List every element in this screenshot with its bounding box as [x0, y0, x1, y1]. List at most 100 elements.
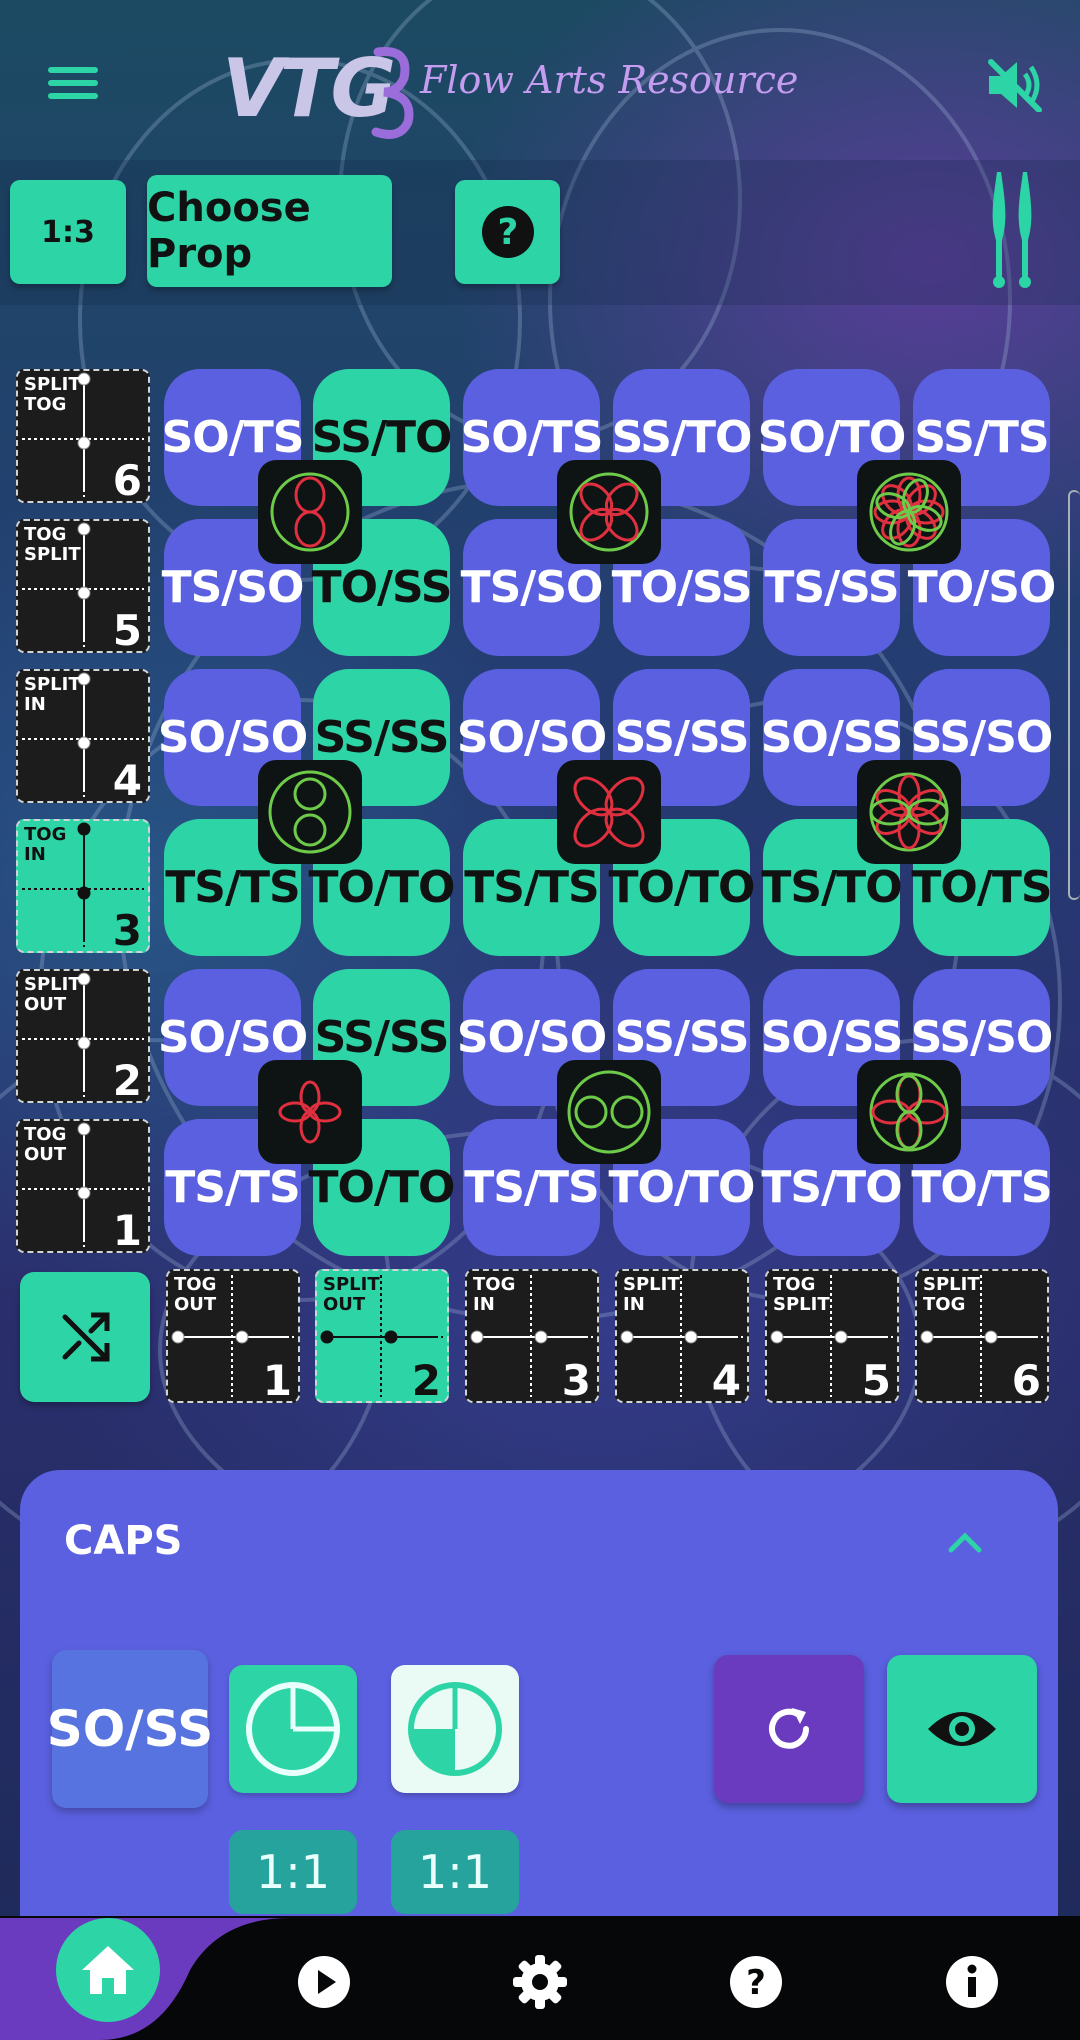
pie-timing-left[interactable]	[229, 1665, 357, 1793]
timing-label-line1: SPLIT	[24, 974, 81, 995]
settings-icon	[513, 1955, 567, 2009]
timing-number: 5	[861, 1356, 891, 1405]
timing-label-line2: TOG	[923, 1294, 966, 1315]
timing-label-line2: OUT	[174, 1294, 217, 1315]
timing-tile[interactable]: TOG OUT 1	[16, 1119, 150, 1255]
timing-label: SPLIT IN	[24, 675, 81, 715]
mute-button[interactable]	[985, 58, 1043, 113]
timing-tile[interactable]: SPLIT TOG 6	[915, 1269, 1049, 1405]
view-button[interactable]	[887, 1655, 1037, 1803]
eye-icon	[928, 1712, 996, 1746]
menu-icon-bar	[48, 80, 98, 86]
flower-pattern-tile[interactable]	[557, 460, 661, 564]
ratio-chip-right[interactable]: 1:1	[391, 1830, 519, 1914]
timing-number: 2	[112, 1056, 142, 1105]
timing-label-line2: IN	[24, 694, 46, 715]
scrollbar[interactable]	[1068, 490, 1080, 900]
timing-label-line2: SPLIT	[24, 544, 81, 565]
timing-label-line2: IN	[623, 1294, 645, 1315]
timing-tile[interactable]: TOG SPLIT 5	[16, 519, 150, 655]
shuffle-button[interactable]	[20, 1272, 150, 1402]
timing-number: 4	[711, 1356, 741, 1405]
nav-settings-button[interactable]	[512, 1954, 568, 2010]
flower-pattern-tile[interactable]	[857, 1060, 961, 1164]
svg-text:?: ?	[746, 1963, 766, 2003]
timing-label: TOG OUT	[24, 1125, 66, 1165]
timing-label-line1: SPLIT	[24, 674, 81, 695]
ratio-chip-left[interactable]: 1:1	[229, 1830, 357, 1914]
caps-title: CAPS	[64, 1518, 183, 1564]
help-icon: ?	[730, 1956, 782, 2008]
timing-label-line1: TOG	[174, 1274, 217, 1295]
timing-number: 4	[112, 756, 142, 805]
timing-number: 3	[561, 1356, 591, 1405]
four-petal-green-icon	[869, 1072, 949, 1152]
timing-tile[interactable]: TOG OUT 1	[166, 1269, 300, 1405]
timing-label: SPLIT TOG	[24, 375, 81, 415]
timing-label-line1: SPLIT	[923, 1274, 980, 1295]
timing-number: 6	[112, 456, 142, 505]
timing-tile[interactable]: SPLIT IN 4	[615, 1269, 749, 1405]
pie-timing-right[interactable]	[391, 1665, 519, 1793]
nav-help-button[interactable]: ?	[728, 1954, 784, 2010]
prop-selector[interactable]	[988, 170, 1036, 290]
timing-label: TOG IN	[24, 825, 66, 865]
pie-three-quarter-icon	[246, 1682, 340, 1776]
timing-number: 3	[112, 906, 142, 955]
timing-tile[interactable]: TOG SPLIT 5	[765, 1269, 899, 1405]
play-icon	[298, 1956, 350, 2008]
shuffle-icon	[62, 1312, 110, 1362]
circle-pair-horizontal-icon	[567, 1070, 651, 1154]
timing-tile[interactable]: TOG IN 3	[16, 819, 150, 955]
logo-three-glyph	[371, 47, 414, 139]
four-petal-flower-icon	[569, 472, 649, 552]
flower-pattern-tile[interactable]	[258, 760, 362, 864]
flower-pattern-tile[interactable]	[857, 760, 961, 864]
timing-label-line1: SPLIT	[24, 374, 81, 395]
timing-label-line1: SPLIT	[323, 1274, 380, 1295]
timing-label: TOG OUT	[174, 1275, 216, 1315]
menu-button[interactable]	[40, 60, 106, 116]
chevron-up-icon	[948, 1532, 982, 1553]
flower-pattern-tile[interactable]	[258, 460, 362, 564]
flower-pattern-tile[interactable]	[857, 460, 961, 564]
ratio-button[interactable]: 1:3	[10, 180, 126, 284]
timing-label: TOG SPLIT	[773, 1275, 830, 1315]
six-petal-flower-icon	[869, 772, 949, 852]
home-icon	[82, 1946, 134, 1994]
question-icon: ?	[481, 206, 534, 258]
four-petal-red-icon	[573, 776, 645, 848]
timing-label-line1: TOG	[24, 524, 67, 545]
pie-quarter-icon	[408, 1682, 502, 1776]
timing-tile[interactable]: SPLIT OUT 2	[315, 1269, 449, 1405]
app-logo: VTG	[222, 42, 396, 135]
nav-play-button[interactable]	[296, 1954, 352, 2010]
collapse-button[interactable]	[945, 1522, 985, 1562]
timing-tile[interactable]: SPLIT OUT 2	[16, 969, 150, 1105]
timing-tile[interactable]: SPLIT IN 4	[16, 669, 150, 805]
timing-label-line1: TOG	[24, 1124, 67, 1145]
help-button[interactable]: ?	[455, 180, 560, 284]
timing-number: 1	[262, 1356, 292, 1405]
nav-info-button[interactable]	[944, 1954, 1000, 2010]
timing-tile[interactable]: SPLIT TOG 6	[16, 369, 150, 505]
choose-prop-button[interactable]: Choose Prop	[147, 175, 392, 287]
flower-pattern-tile[interactable]	[258, 1060, 362, 1164]
timing-label-line2: OUT	[24, 1144, 67, 1165]
reset-button[interactable]	[714, 1655, 864, 1803]
flower-pattern-tile[interactable]	[557, 760, 661, 864]
svg-text:?: ?	[497, 212, 518, 253]
menu-icon-bar	[48, 93, 98, 99]
timing-label: SPLIT IN	[623, 1275, 680, 1315]
volume-mute-icon	[988, 59, 1042, 113]
timing-number: 1	[112, 1206, 142, 1255]
info-icon	[946, 1956, 998, 2008]
home-button[interactable]	[56, 1918, 160, 2022]
timing-label-line2: OUT	[24, 994, 67, 1015]
flower-pattern-tile[interactable]	[557, 1060, 661, 1164]
timing-number: 5	[112, 606, 142, 655]
timing-label-line1: TOG	[473, 1274, 516, 1295]
caps-selected-pattern[interactable]: SO/SS	[47, 1650, 213, 1808]
timing-tile[interactable]: TOG IN 3	[465, 1269, 599, 1405]
timing-label: TOG IN	[473, 1275, 515, 1315]
